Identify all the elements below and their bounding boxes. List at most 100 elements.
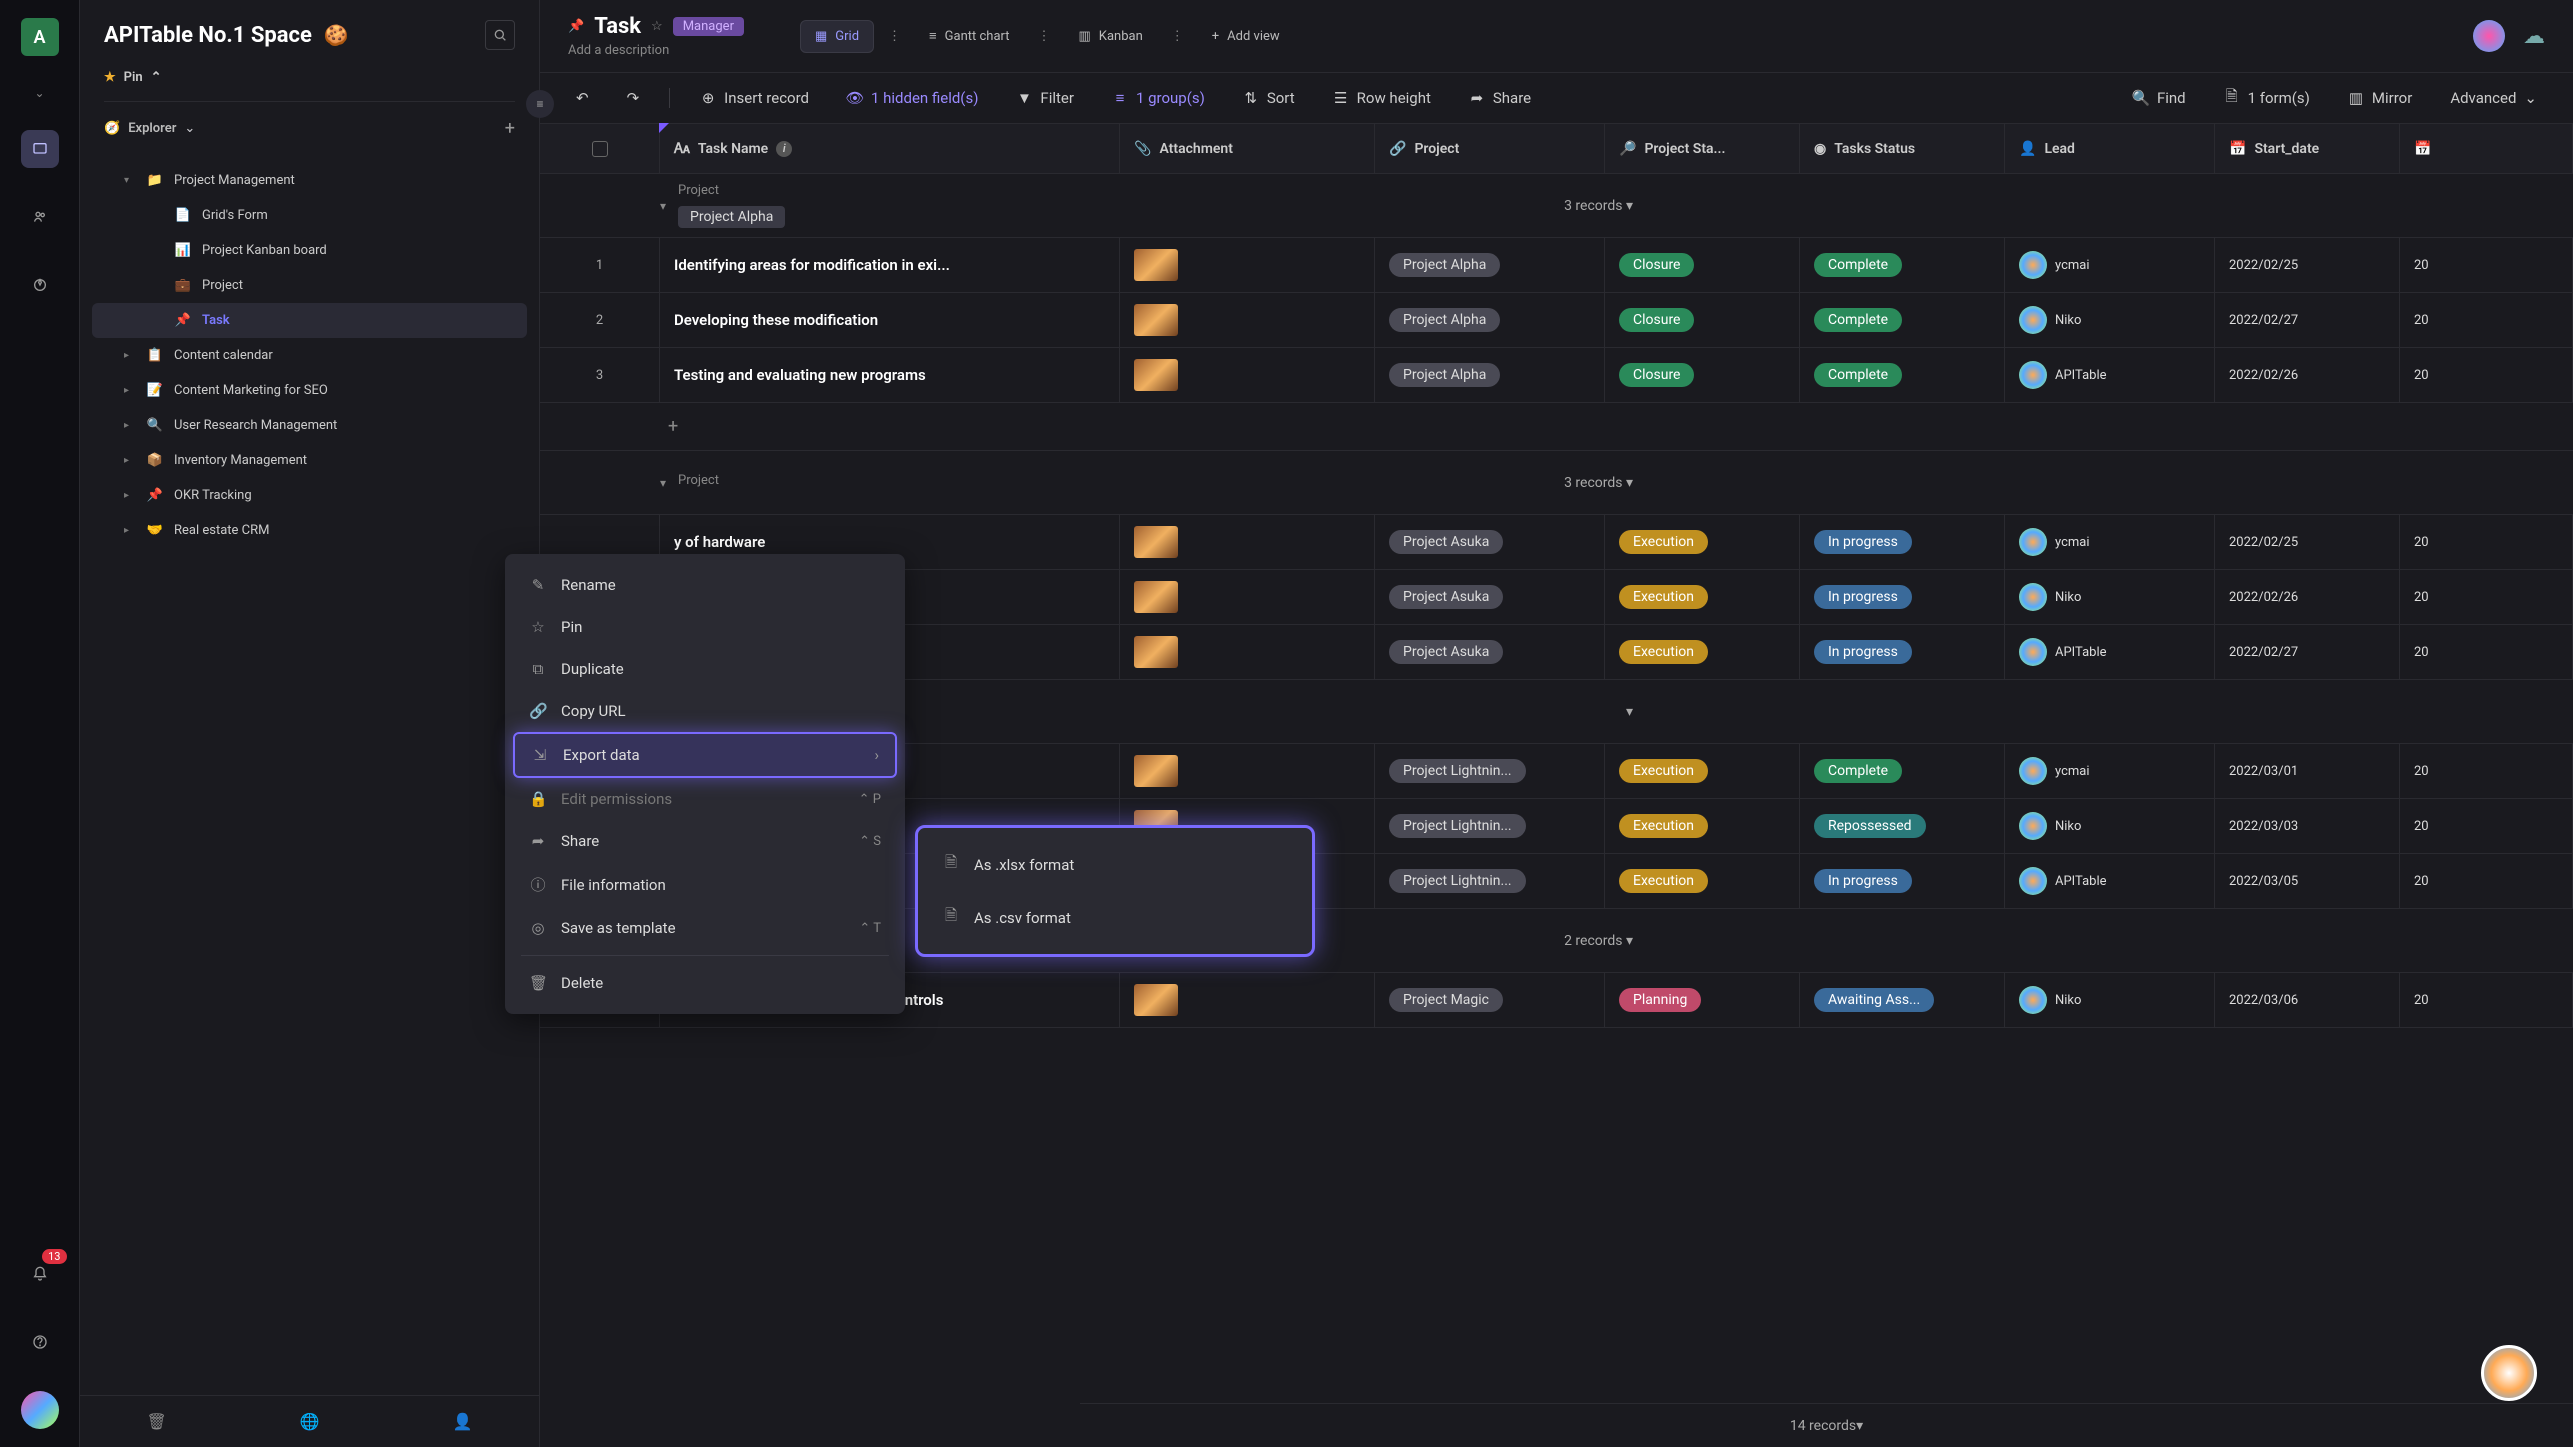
attachment-thumbnail[interactable] — [1134, 359, 1178, 391]
cell-attachment[interactable] — [1120, 515, 1375, 569]
cell-lead[interactable]: Niko — [2005, 973, 2215, 1027]
cell-start-date[interactable]: 2022/03/06 — [2215, 973, 2400, 1027]
cell-project[interactable]: Project Alpha — [1375, 293, 1605, 347]
cell-project[interactable]: Project Asuka — [1375, 515, 1605, 569]
cell-attachment[interactable] — [1120, 973, 1375, 1027]
cell-lead[interactable]: ycmai — [2005, 744, 2215, 798]
cell-extra[interactable]: 20 — [2400, 973, 2573, 1027]
workspace-avatar[interactable]: A — [21, 18, 59, 56]
cell-extra[interactable]: 20 — [2400, 625, 2573, 679]
add-view-button[interactable]: +Add view — [1198, 21, 1294, 52]
cell-lead[interactable]: Niko — [2005, 799, 2215, 853]
cell-lead[interactable]: APITable — [2005, 854, 2215, 908]
cell-task-status[interactable]: In progress — [1800, 515, 2005, 569]
tree-item[interactable]: ▾📁Project Management — [92, 163, 527, 198]
cell-project-status[interactable]: Execution — [1605, 854, 1800, 908]
view-tab-more-icon[interactable]: ⋮ — [1165, 29, 1190, 44]
collapse-sidebar-button[interactable]: ≡ — [526, 90, 554, 118]
column-lead[interactable]: 👤Lead — [2005, 124, 2215, 173]
notifications-icon[interactable]: 13 — [21, 1255, 59, 1293]
cell-task-status[interactable]: Complete — [1800, 238, 2005, 292]
cell-task-status[interactable]: Complete — [1800, 744, 2005, 798]
advanced-button[interactable]: Advanced ⌄ — [2442, 85, 2545, 111]
redo-button[interactable]: ↷ — [619, 85, 648, 111]
cell-start-date[interactable]: 2022/02/26 — [2215, 570, 2400, 624]
cell-project[interactable]: Project Alpha — [1375, 348, 1605, 402]
cell-start-date[interactable]: 2022/02/27 — [2215, 293, 2400, 347]
cell-project[interactable]: Project Lightnin... — [1375, 799, 1605, 853]
submenu-item[interactable]: 🗎As .xlsx format — [926, 838, 1304, 891]
cell-start-date[interactable]: 2022/02/26 — [2215, 348, 2400, 402]
attachment-thumbnail[interactable] — [1134, 636, 1178, 668]
cell-task-status[interactable]: Complete — [1800, 348, 2005, 402]
undo-button[interactable]: ↶ — [568, 85, 597, 111]
view-tab-more-icon[interactable]: ⋮ — [1032, 29, 1057, 44]
cell-task-status[interactable]: Awaiting Ass... — [1800, 973, 2005, 1027]
explorer-label[interactable]: Explorer — [128, 121, 176, 136]
attachment-thumbnail[interactable] — [1134, 755, 1178, 787]
cell-task-status[interactable]: In progress — [1800, 570, 2005, 624]
cell-project[interactable]: Project Asuka — [1375, 625, 1605, 679]
planet-icon[interactable]: 🌐 — [300, 1412, 320, 1431]
nav-home-icon[interactable] — [21, 130, 59, 168]
menu-item[interactable]: ⧉Duplicate — [513, 648, 897, 690]
mirror-button[interactable]: ▥Mirror — [2340, 85, 2420, 111]
cell-project[interactable]: Project Lightnin... — [1375, 854, 1605, 908]
cell-lead[interactable]: ycmai — [2005, 238, 2215, 292]
cell-project-status[interactable]: Planning — [1605, 973, 1800, 1027]
cell-task-name[interactable]: Identifying areas for modification in ex… — [660, 238, 1120, 292]
attachment-thumbnail[interactable] — [1134, 304, 1178, 336]
menu-item[interactable]: 🗑Delete — [513, 962, 897, 1004]
nav-members-icon[interactable] — [21, 198, 59, 236]
cell-project-status[interactable]: Execution — [1605, 625, 1800, 679]
hidden-fields-button[interactable]: 👁1 hidden field(s) — [839, 85, 986, 111]
cell-extra[interactable]: 20 — [2400, 515, 2573, 569]
cell-start-date[interactable]: 2022/03/03 — [2215, 799, 2400, 853]
column-task-status[interactable]: ◉Tasks Status — [1800, 124, 2005, 173]
column-project[interactable]: 🔗Project — [1375, 124, 1605, 173]
cell-lead[interactable]: Niko — [2005, 293, 2215, 347]
forms-button[interactable]: 🗎1 form(s) — [2216, 85, 2318, 111]
cell-project-status[interactable]: Closure — [1605, 238, 1800, 292]
tree-item[interactable]: ▸📝Content Marketing for SEO — [92, 373, 527, 408]
cell-extra[interactable]: 20 — [2400, 348, 2573, 402]
cell-start-date[interactable]: 2022/02/25 — [2215, 238, 2400, 292]
cell-task-status[interactable]: Complete — [1800, 293, 2005, 347]
cell-task-status[interactable]: Repossessed — [1800, 799, 2005, 853]
view-tab[interactable]: ≡Gantt chart — [915, 20, 1023, 52]
tree-item[interactable]: ▸📦Inventory Management — [92, 443, 527, 478]
cell-project-status[interactable]: Closure — [1605, 293, 1800, 347]
group-header[interactable]: ▾ Project 3 records ▾ — [540, 451, 2573, 515]
user-avatar[interactable] — [21, 1391, 59, 1429]
cell-start-date[interactable]: 2022/03/01 — [2215, 744, 2400, 798]
insert-record-button[interactable]: ⊕Insert record — [692, 85, 817, 111]
cell-project[interactable]: Project Asuka — [1375, 570, 1605, 624]
cell-project-status[interactable]: Closure — [1605, 348, 1800, 402]
cell-extra[interactable]: 20 — [2400, 293, 2573, 347]
cell-start-date[interactable]: 2022/03/05 — [2215, 854, 2400, 908]
cell-attachment[interactable] — [1120, 744, 1375, 798]
sort-button[interactable]: ⇅Sort — [1235, 85, 1303, 111]
cell-extra[interactable]: 20 — [2400, 570, 2573, 624]
cell-project[interactable]: Project Magic — [1375, 973, 1605, 1027]
workspace-chevron-icon[interactable]: ⌄ — [34, 86, 44, 100]
share-button[interactable]: ➦Share — [1461, 85, 1539, 111]
attachment-thumbnail[interactable] — [1134, 249, 1178, 281]
group-header[interactable]: ▾ Project Project Alpha 3 records ▾ — [540, 174, 2573, 238]
collaborator-avatar[interactable] — [2473, 20, 2505, 52]
tree-item[interactable]: 💼Project — [92, 268, 527, 303]
cell-extra[interactable]: 20 — [2400, 854, 2573, 908]
menu-item[interactable]: ⇲Export data› — [513, 732, 897, 778]
cell-project[interactable]: Project Lightnin... — [1375, 744, 1605, 798]
tree-item[interactable]: ▸🤝Real estate CRM — [92, 513, 527, 548]
menu-item[interactable]: ✎Rename — [513, 564, 897, 606]
menu-item[interactable]: 🔗Copy URL — [513, 690, 897, 732]
attachment-thumbnail[interactable] — [1134, 984, 1178, 1016]
cell-attachment[interactable] — [1120, 625, 1375, 679]
view-tab[interactable]: ▦Grid — [800, 20, 874, 53]
favorite-star-icon[interactable]: ☆ — [651, 19, 663, 34]
cell-lead[interactable]: ycmai — [2005, 515, 2215, 569]
tree-item[interactable]: 📊Project Kanban board — [92, 233, 527, 268]
cell-task-status[interactable]: In progress — [1800, 854, 2005, 908]
menu-item[interactable]: ☆Pin — [513, 606, 897, 648]
